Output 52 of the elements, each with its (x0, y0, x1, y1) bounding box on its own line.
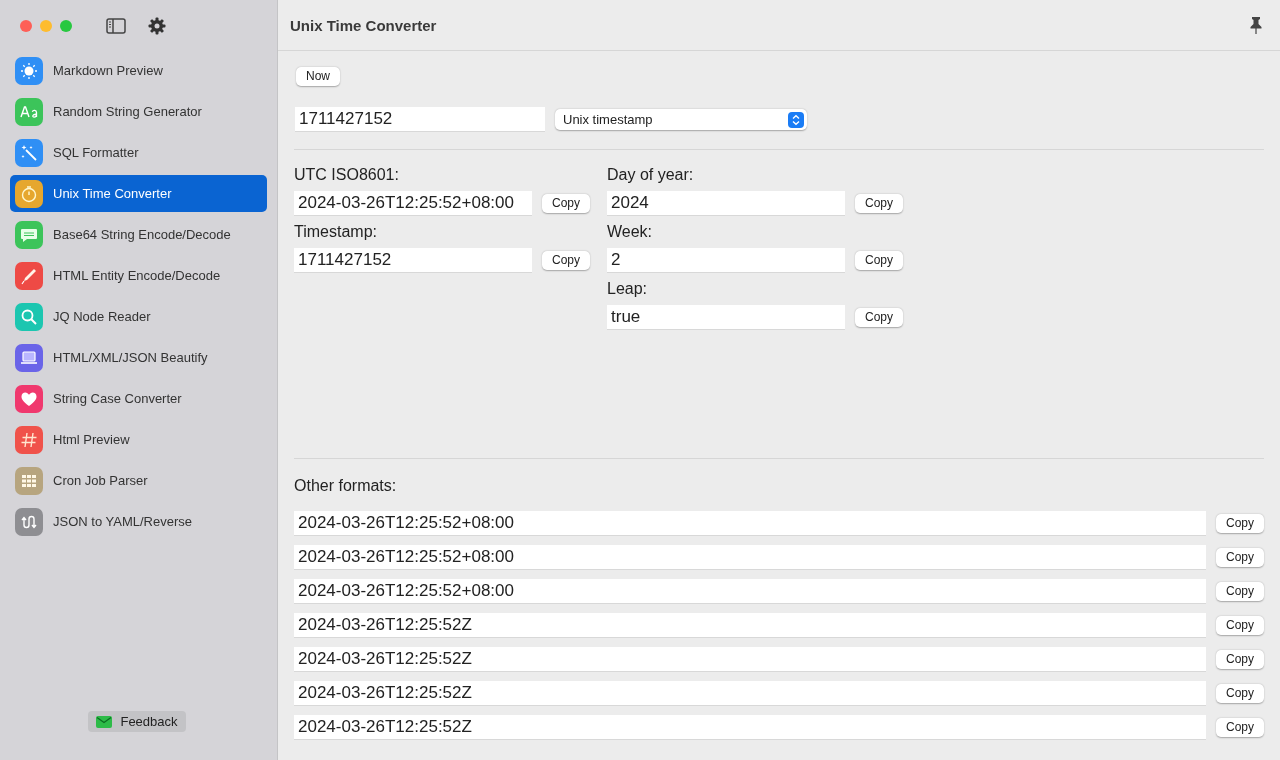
timestamp-field[interactable]: 1711427152 (295, 107, 545, 132)
output-field[interactable]: 2024-03-26T12:25:52Z (294, 613, 1206, 638)
format-dropdown[interactable]: Unix timestamp (555, 109, 807, 130)
sidebar-item[interactable]: Random String Generator (10, 93, 267, 130)
sidebar-toggle-icon[interactable] (106, 18, 126, 34)
copy-button[interactable]: Copy (855, 194, 903, 213)
page-title: Unix Time Converter (290, 16, 437, 34)
copy-button[interactable]: Copy (1216, 684, 1264, 703)
copy-button[interactable]: Copy (855, 308, 903, 327)
settings-icon[interactable] (148, 17, 166, 35)
pin-icon[interactable] (1250, 16, 1262, 34)
sidebar-item[interactable]: Unix Time Converter (10, 175, 267, 212)
output-field[interactable]: 2024-03-26T12:25:52Z (294, 681, 1206, 706)
now-button[interactable]: Now (296, 67, 340, 86)
sidebar-item[interactable]: Markdown Preview (10, 52, 267, 89)
output-field[interactable]: 2024-03-26T12:25:52+08:00 (294, 191, 532, 216)
copy-button[interactable]: Copy (855, 251, 903, 270)
sidebar-item[interactable]: JQ Node Reader (10, 298, 267, 335)
sidebar-item[interactable]: Base64 String Encode/Decode (10, 216, 267, 253)
copy-button[interactable]: Copy (542, 251, 590, 270)
sidebar-item[interactable]: Html Preview (10, 421, 267, 458)
copy-button[interactable]: Copy (542, 194, 590, 213)
sidebar-item[interactable]: String Case Converter (10, 380, 267, 417)
sidebar-item[interactable]: JSON to YAML/Reverse (10, 503, 267, 540)
output-field[interactable]: 2024-03-26T12:25:52Z (294, 715, 1206, 740)
copy-button[interactable]: Copy (1216, 616, 1264, 635)
copy-button[interactable]: Copy (1216, 650, 1264, 669)
output-field[interactable]: 1711427152 (294, 248, 532, 273)
sidebar-item[interactable]: HTML/XML/JSON Beautify (10, 339, 267, 376)
copy-button[interactable]: Copy (1216, 718, 1264, 737)
field-label: Timestamp: (294, 223, 378, 242)
field-label: UTC ISO8601: (294, 166, 400, 185)
section-label: Other formats: (294, 477, 398, 496)
field-label: Leap: (607, 280, 649, 299)
output-field[interactable]: 2 (607, 248, 845, 273)
sidebar-item[interactable]: Cron Job Parser (10, 462, 267, 499)
output-field[interactable]: 2024 (607, 191, 845, 216)
copy-button[interactable]: Copy (1216, 548, 1264, 567)
envelope-icon (96, 715, 113, 728)
field-label: Day of year: (607, 166, 695, 185)
stepper-icon (788, 111, 804, 128)
sidebar-item[interactable]: SQL Formatter (10, 134, 267, 171)
feedback-button[interactable]: Feedback (88, 711, 186, 732)
output-field[interactable]: 2024-03-26T12:25:52+08:00 (294, 511, 1206, 536)
output-field[interactable]: 2024-03-26T12:25:52+08:00 (294, 579, 1206, 604)
sidebar-item[interactable]: HTML Entity Encode/Decode (10, 257, 267, 294)
field-label: Week: (607, 223, 654, 242)
output-field[interactable]: true (607, 305, 845, 330)
output-field[interactable]: 2024-03-26T12:25:52Z (294, 647, 1206, 672)
output-field[interactable]: 2024-03-26T12:25:52+08:00 (294, 545, 1206, 570)
copy-button[interactable]: Copy (1216, 514, 1264, 533)
copy-button[interactable]: Copy (1216, 582, 1264, 601)
